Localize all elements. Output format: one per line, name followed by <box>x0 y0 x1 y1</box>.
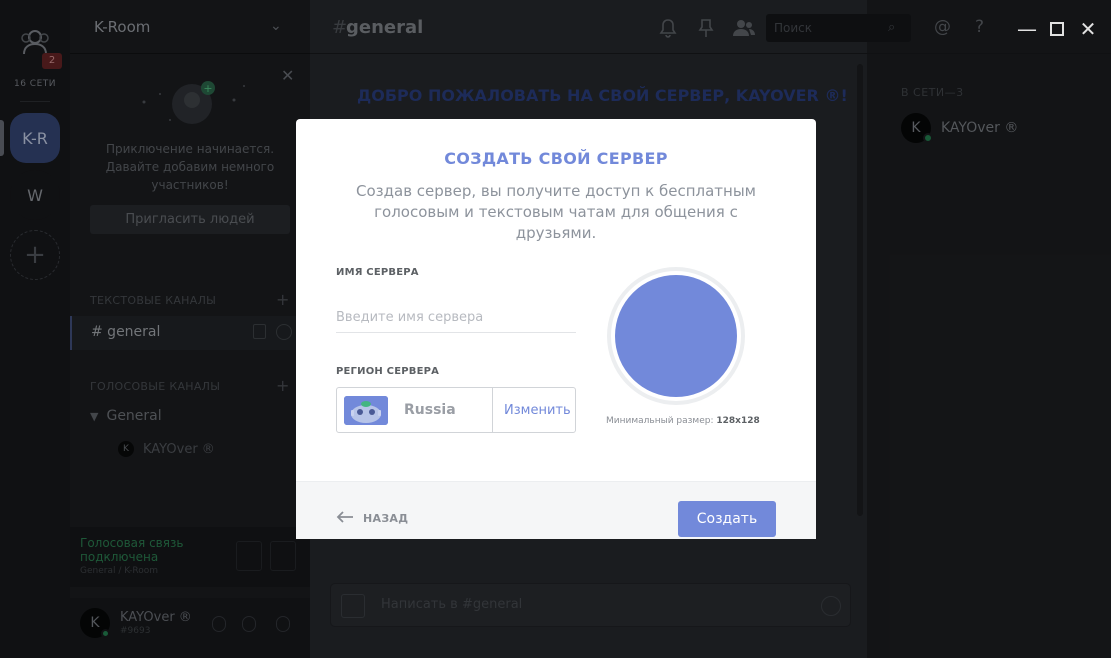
region-name: Russia <box>404 402 456 418</box>
server-icon-upload[interactable] <box>607 267 745 405</box>
region-divider <box>492 388 493 432</box>
region-flag-icon <box>344 396 388 425</box>
min-size-value: 128x128 <box>716 416 760 426</box>
server-name-input[interactable] <box>336 303 576 333</box>
back-button[interactable]: НАЗАД <box>336 511 408 525</box>
min-size-hint: Минимальный размер: 128x128 <box>606 416 760 426</box>
server-region-label: РЕГИОН СЕРВЕРА <box>336 366 440 377</box>
change-region-button[interactable]: Изменить <box>504 403 571 418</box>
server-name-label: ИМЯ СЕРВЕРА <box>336 267 419 278</box>
discord-app: 2 16 СЕТИ K-R W + K-Room ⌄ ✕ + Приключен… <box>0 0 1111 658</box>
create-button[interactable]: Создать <box>678 501 776 537</box>
back-label: НАЗАД <box>363 511 409 525</box>
create-server-modal: СОЗДАТЬ СВОЙ СЕРВЕР Создав сервер, вы по… <box>296 119 816 539</box>
min-size-label: Минимальный размер: <box>606 416 714 426</box>
modal-title: СОЗДАТЬ СВОЙ СЕРВЕР <box>444 149 668 168</box>
modal-footer: НАЗАД Создать <box>296 481 816 539</box>
server-icon-preview <box>615 275 737 397</box>
modal-subtitle: Создав сервер, вы получите доступ к бесп… <box>356 182 756 242</box>
region-selector[interactable]: Russia Изменить <box>336 387 576 433</box>
arrow-left-icon <box>336 511 354 525</box>
